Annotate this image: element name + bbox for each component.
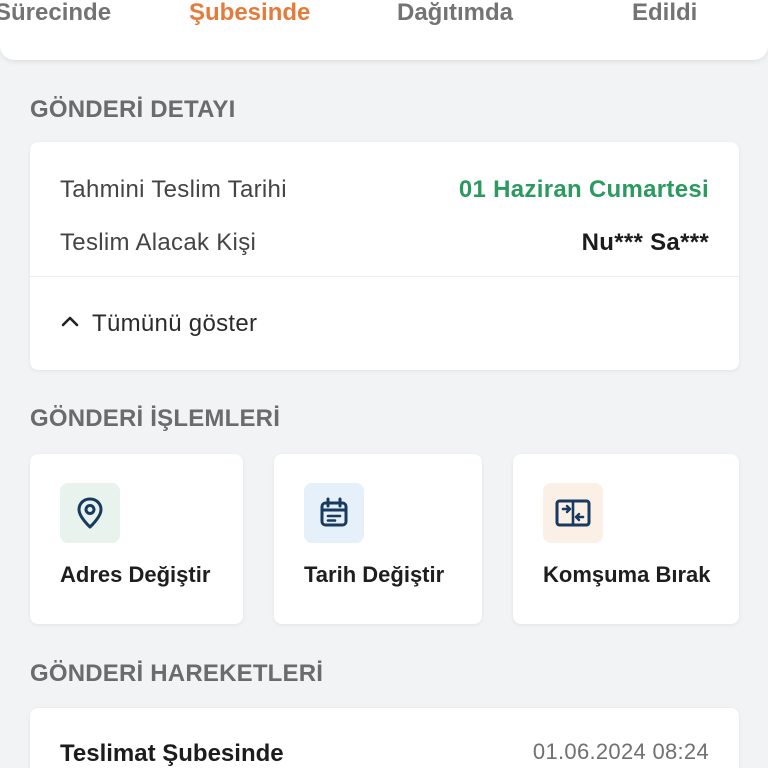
- estimated-delivery-value: 01 Haziran Cumartesi: [458, 176, 709, 203]
- operations-section-title: GÖNDERİ İŞLEMLERİ: [30, 405, 281, 432]
- recipient-row: Teslim Alacak Kişi Nu*** Sa***: [60, 228, 709, 258]
- change-date-label: Tarih Değiştir: [304, 562, 445, 587]
- recipient-value: Nu*** Sa***: [581, 229, 709, 256]
- chevron-up-icon: [60, 312, 80, 337]
- show-all-label: Tümünü göster: [92, 310, 258, 337]
- tab-subesinde[interactable]: Şubesinde: [189, 0, 310, 27]
- detail-section-title: GÖNDERİ DETAYI: [30, 96, 236, 123]
- change-address-label: Adres Değiştir: [60, 562, 211, 587]
- transfer-icon: [543, 483, 603, 543]
- show-all-button[interactable]: Tümünü göster: [60, 308, 257, 340]
- leave-with-neighbor-button[interactable]: Komşuma Bırak: [513, 454, 739, 624]
- movement-date: 01.06.2024 08:24: [532, 739, 709, 764]
- change-address-button[interactable]: Adres Değiştir: [30, 454, 243, 624]
- divider: [30, 276, 739, 277]
- status-tabs: Sürecinde Şubesinde Dağıtımda Edildi: [0, 0, 768, 60]
- calendar-icon: [304, 483, 364, 543]
- location-pin-icon: [60, 483, 120, 543]
- tab-dagitimda[interactable]: Dağıtımda: [397, 0, 513, 27]
- leave-with-neighbor-label: Komşuma Bırak: [543, 562, 711, 587]
- movements-section-title: GÖNDERİ HAREKETLERİ: [30, 660, 324, 687]
- movement-list-item: Teslimat Şubesinde 01.06.2024 08:24: [30, 708, 739, 768]
- detail-card: Tahmini Teslim Tarihi 01 Haziran Cumarte…: [30, 142, 739, 370]
- movement-title: Teslimat Şubesinde: [60, 740, 284, 767]
- tab-surecinde[interactable]: Sürecinde: [0, 0, 111, 27]
- change-date-button[interactable]: Tarih Değiştir: [274, 454, 482, 624]
- estimated-delivery-label: Tahmini Teslim Tarihi: [60, 176, 287, 203]
- recipient-label: Teslim Alacak Kişi: [60, 229, 257, 256]
- estimated-delivery-row: Tahmini Teslim Tarihi 01 Haziran Cumarte…: [60, 175, 709, 205]
- tab-edildi[interactable]: Edildi: [632, 0, 697, 27]
